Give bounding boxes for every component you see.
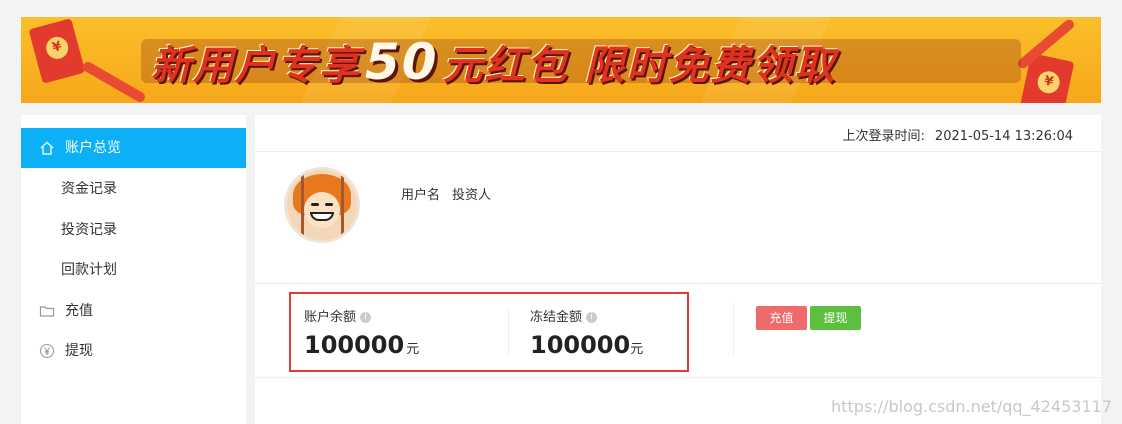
account-balance-label: 账户余额 [304, 310, 357, 325]
ribbon-decoration [81, 60, 147, 103]
sidebar-item-label: 账户总览 [65, 140, 121, 156]
avatar[interactable] [287, 170, 357, 240]
yen-icon [39, 343, 55, 359]
watermark: https://blog.csdn.net/qq_42453117 [831, 397, 1112, 416]
recharge-button[interactable]: 充值 [756, 306, 807, 330]
sidebar-item-label: 回款计划 [61, 262, 117, 278]
sidebar-item-label: 提现 [65, 343, 93, 359]
divider [255, 151, 1101, 152]
divider [733, 303, 734, 355]
banner-title-amount: 50 [365, 33, 439, 91]
last-login-time: 2021-05-14 13:26:04 [934, 129, 1073, 144]
yen-icon: ¥ [1035, 69, 1062, 96]
sidebar-item-investment-records[interactable]: 投资记录 [21, 210, 246, 250]
withdraw-button[interactable]: 提现 [810, 306, 861, 330]
banner-title: 新用户专享50 元红包 限时免费领取 [151, 37, 837, 89]
frozen-amount-label: 冻结金额 [530, 310, 583, 325]
last-login-label: 上次登录时间: [842, 129, 925, 144]
frozen-amount: 冻结金额 i 100000元 [530, 306, 643, 359]
sidebar-item-repayment-plan[interactable]: 回款计划 [21, 250, 246, 290]
currency-unit: 元 [630, 342, 644, 357]
sidebar-item-account-overview[interactable]: 账户总览 [21, 128, 246, 168]
sidebar: 账户总览 资金记录 投资记录 回款计划 充值 提现 [21, 115, 246, 424]
sidebar-item-label: 资金记录 [61, 181, 117, 197]
yen-icon: ¥ [43, 34, 71, 62]
red-packet-icon: ¥ [28, 18, 86, 84]
banner-title-part2: 元红包 限时免费领取 [442, 43, 837, 89]
account-balance: 账户余额 i 100000 元 [304, 306, 419, 359]
account-balance-amount: 100000 [304, 331, 405, 359]
divider [255, 377, 1101, 378]
username-row: 用户名 投资人 [401, 184, 491, 203]
sidebar-item-withdraw[interactable]: 提现 [21, 331, 246, 371]
info-icon[interactable]: i [586, 312, 598, 323]
avatar-face [304, 192, 340, 228]
folder-icon [39, 303, 55, 319]
sidebar-item-fund-records[interactable]: 资金记录 [21, 169, 246, 209]
username-value: 投资人 [452, 188, 492, 203]
home-icon [39, 140, 55, 156]
sidebar-item-recharge[interactable]: 充值 [21, 291, 246, 331]
divider [508, 308, 509, 356]
sidebar-item-label: 投资记录 [61, 222, 117, 238]
account-overview-panel: 上次登录时间: 2021-05-14 13:26:04 用户名 投资人 账户余额 i … [255, 115, 1101, 424]
avatar-bar [341, 170, 344, 240]
avatar-eye [325, 203, 333, 206]
avatar-eye [311, 203, 319, 206]
frozen-amount-value: 100000 [530, 331, 631, 359]
avatar-bar [301, 170, 304, 240]
sidebar-item-label: 充值 [65, 303, 93, 319]
last-login-info: 上次登录时间: 2021-05-14 13:26:04 [843, 125, 1073, 144]
divider [255, 283, 1101, 284]
username-label: 用户名 [401, 188, 441, 203]
balance-summary-box: 账户余额 i 100000 元 冻结金额 i 100000元 [289, 292, 689, 372]
currency-unit: 元 [406, 342, 420, 357]
banner-title-part1: 新用户专享 [151, 43, 361, 89]
promo-banner[interactable]: ¥ ¥ 新用户专享50 元红包 限时免费领取 [21, 17, 1101, 103]
info-icon[interactable]: i [360, 312, 372, 323]
